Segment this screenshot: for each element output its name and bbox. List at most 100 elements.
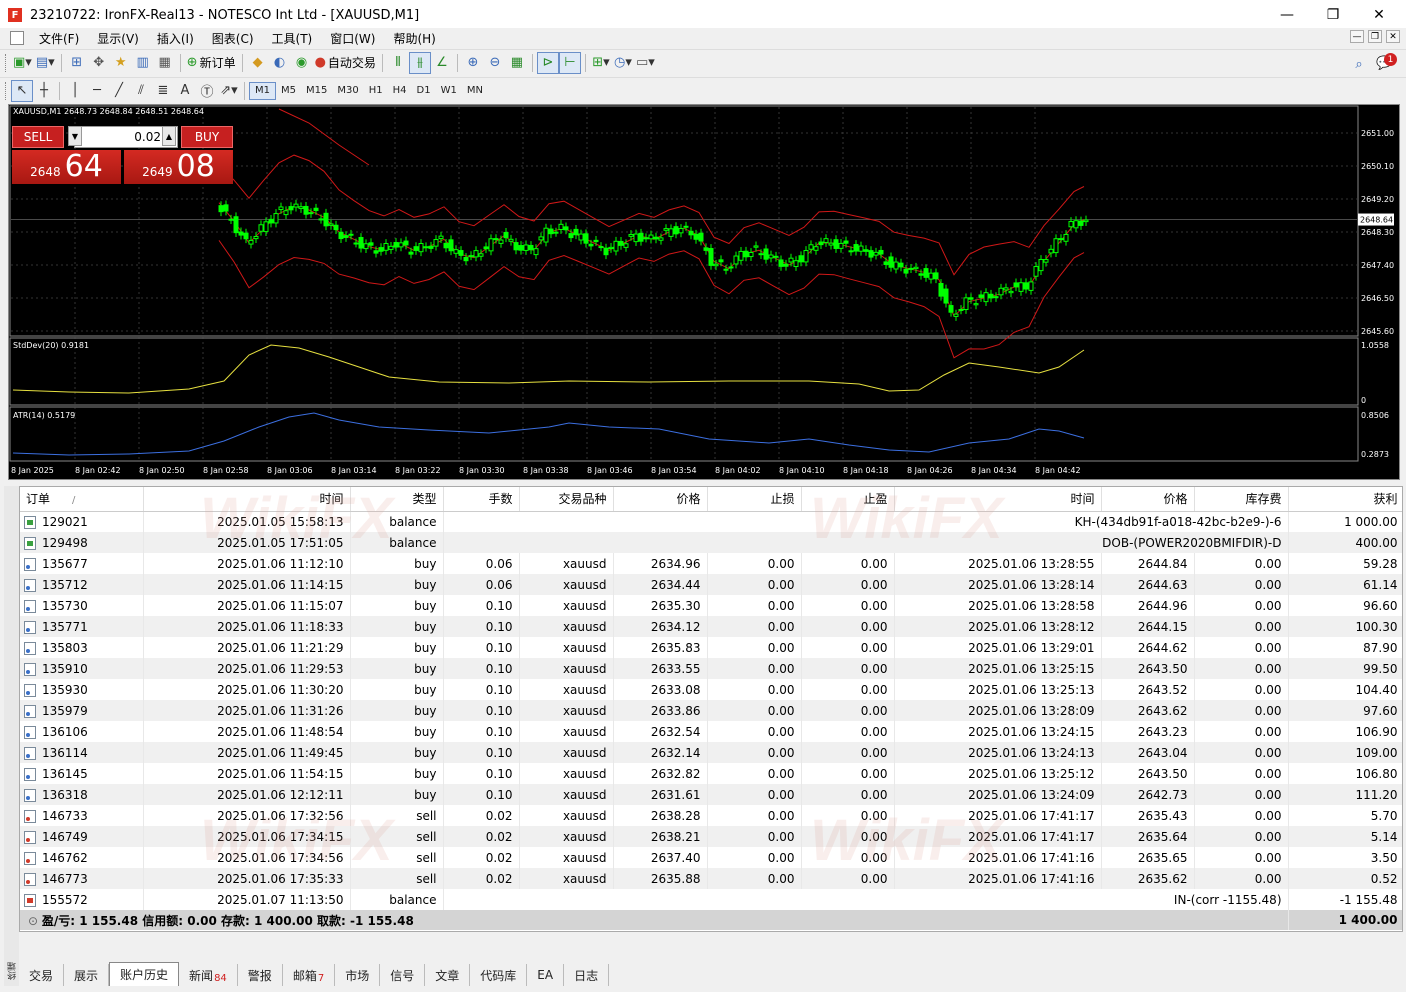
strategy-tester-icon[interactable]: ▦ [154,52,176,74]
zoom-in-icon[interactable]: ⊕ [462,52,484,74]
mdi-close-button[interactable]: ✕ [1386,30,1400,43]
vertical-line-icon[interactable]: │ [64,80,86,102]
timeframe-mn[interactable]: MN [462,82,488,100]
timeframe-d1[interactable]: D1 [412,82,436,100]
mdi-restore-button[interactable]: ❐ [1368,30,1382,43]
auto-trading-button[interactable]: ● 自动交易 [313,52,378,74]
table-row[interactable]: 146749 2025.01.06 17:34:15 sell 0.02 xauusd 2… [20,826,1402,847]
table-row[interactable]: 135771 2025.01.06 11:18:33 buy 0.10 xauusd 26… [20,616,1402,637]
tab-3[interactable]: 新闻 84 [179,964,238,986]
indicators-icon[interactable]: ⊞ ▾ [590,52,612,74]
menu-view[interactable]: 显示(V) [88,30,148,47]
table-row[interactable]: 136114 2025.01.06 11:49:45 buy 0.10 xauusd 26… [20,742,1402,763]
channel-icon[interactable]: ⫽ [130,80,152,102]
table-row[interactable]: 136145 2025.01.06 11:54:15 buy 0.10 xauusd 26… [20,763,1402,784]
new-order-button[interactable]: ⊕ 新订单 [185,52,238,74]
menu-file[interactable]: 文件(F) [30,30,88,47]
text-icon[interactable]: A [174,80,196,102]
timeframe-h4[interactable]: H4 [388,82,412,100]
cursor-icon[interactable]: ↖ [11,79,33,102]
vps-icon[interactable]: ◉ [291,52,313,74]
line-chart-icon[interactable]: ∠ [431,52,453,74]
column-header[interactable]: 交易品种 [519,487,614,512]
table-row[interactable]: 135979 2025.01.06 11:31:26 buy 0.10 xauusd 26… [20,700,1402,721]
bar-chart-icon[interactable]: ⫴ [387,52,409,74]
buy-button[interactable]: BUY [181,126,233,148]
chart-window-icon[interactable] [10,31,24,45]
menu-window[interactable]: 窗口(W) [321,30,384,47]
column-header[interactable]: 时间 [143,487,351,512]
menu-charts[interactable]: 图表(C) [203,30,263,47]
table-row[interactable]: 129498 2025.01.05 17:51:05 balance DOB-(POW… [20,532,1402,553]
arrows-icon[interactable]: ⇗▾ [218,80,240,102]
timeframe-h1[interactable]: H1 [364,82,388,100]
timeframe-m5[interactable]: M5 [276,82,301,100]
buy-price[interactable]: 2649 08 [124,150,233,184]
market-watch-icon[interactable]: ⊞ [66,52,88,74]
column-header[interactable]: 价格 [1101,487,1195,512]
column-header[interactable]: 获利 [1288,487,1402,512]
column-header[interactable]: 止损 [707,487,802,512]
table-row[interactable]: 135930 2025.01.06 11:30:20 buy 0.10 xauusd 26… [20,679,1402,700]
table-row[interactable]: 146733 2025.01.06 17:32:56 sell 0.02 xauusd 2… [20,805,1402,826]
table-row[interactable]: 136106 2025.01.06 11:48:54 buy 0.10 xauusd 26… [20,721,1402,742]
column-header[interactable]: 止盈 [801,487,895,512]
sell-price[interactable]: 2648 64 [12,150,121,184]
maximize-button[interactable]: ❐ [1310,0,1356,30]
profiles-icon[interactable]: ▤ ▾ [34,52,57,74]
metaeditor-icon[interactable]: ◆ [247,52,269,74]
tab-10[interactable]: EA [527,964,565,986]
tab-2[interactable]: 账户历史 [109,962,180,986]
minimize-button[interactable]: — [1264,0,1310,30]
data-window-icon[interactable]: ✥ [88,52,110,74]
menu-help[interactable]: 帮助(H) [384,30,444,47]
tab-0[interactable]: 交易 [19,964,65,986]
table-row[interactable]: 135910 2025.01.06 11:29:53 buy 0.10 xauusd 26… [20,658,1402,679]
column-header[interactable]: 价格 [613,487,708,512]
tab-5[interactable]: 邮箱 7 [283,964,336,986]
fibonacci-icon[interactable]: ≣ [152,80,174,102]
tab-8[interactable]: 文章 [425,964,471,986]
table-row[interactable]: 155572 2025.01.07 11:13:50 balance IN-(corr… [20,889,1402,910]
tab-4[interactable]: 警报 [238,964,283,986]
tab-6[interactable]: 市场 [335,964,381,986]
timeframe-w1[interactable]: W1 [436,82,462,100]
candlestick-icon[interactable]: ⫵ [408,51,431,74]
notifications-icon[interactable]: 💬 1 [1374,53,1397,73]
table-row[interactable]: 135677 2025.01.06 11:12:10 buy 0.06 xauusd 26… [20,553,1402,574]
periods-icon[interactable]: ◷ ▾ [612,52,634,74]
table-row[interactable]: 135712 2025.01.06 11:14:15 buy 0.06 xauusd 26… [20,574,1402,595]
sell-button[interactable]: SELL [12,126,64,148]
tile-windows-icon[interactable]: ▦ [506,52,528,74]
table-row[interactable]: 129021 2025.01.05 15:58:13 balance KH-(434d… [20,511,1402,532]
tab-7[interactable]: 信号 [380,964,426,986]
trendline-icon[interactable]: ╱ [108,80,130,102]
chart-shift-icon[interactable]: ⊢ [558,51,581,74]
table-row[interactable]: 135730 2025.01.06 11:15:07 buy 0.10 xauusd 26… [20,595,1402,616]
menu-insert[interactable]: 插入(I) [148,30,203,47]
menu-tools[interactable]: 工具(T) [263,30,322,47]
column-header[interactable]: 类型 [350,487,444,512]
mdi-minimize-button[interactable]: — [1350,30,1364,43]
lot-increase-icon[interactable]: ▲ [162,126,176,146]
timeframe-m1[interactable]: M1 [249,81,276,100]
table-row[interactable]: 146773 2025.01.06 17:35:33 sell 0.02 xauusd 2… [20,868,1402,889]
navigator-icon[interactable]: ★ [110,52,132,74]
text-label-icon[interactable]: Ⓣ [196,80,218,102]
column-header[interactable]: 手数 [443,487,520,512]
horizontal-line-icon[interactable]: ─ [86,80,108,102]
tab-9[interactable]: 代码库 [470,964,528,986]
timeframe-m30[interactable]: M30 [332,82,363,100]
crosshair-icon[interactable]: ┼ [33,80,55,102]
column-header[interactable]: 库存费 [1194,487,1289,512]
table-row[interactable]: 135803 2025.01.06 11:21:29 buy 0.10 xauusd 26… [20,637,1402,658]
templates-icon[interactable]: ▭ ▾ [634,52,657,74]
tab-1[interactable]: 展示 [64,964,110,986]
table-row[interactable]: 146762 2025.01.06 17:34:56 sell 0.02 xauusd 2… [20,847,1402,868]
timeframe-m15[interactable]: M15 [301,82,332,100]
column-header[interactable]: 时间 [894,487,1102,512]
new-chart-icon[interactable]: ▣ ▾ [11,52,34,74]
signals-icon[interactable]: ◐ [269,52,291,74]
column-header[interactable]: 订单 / [20,487,144,512]
zoom-out-icon[interactable]: ⊖ [484,52,506,74]
